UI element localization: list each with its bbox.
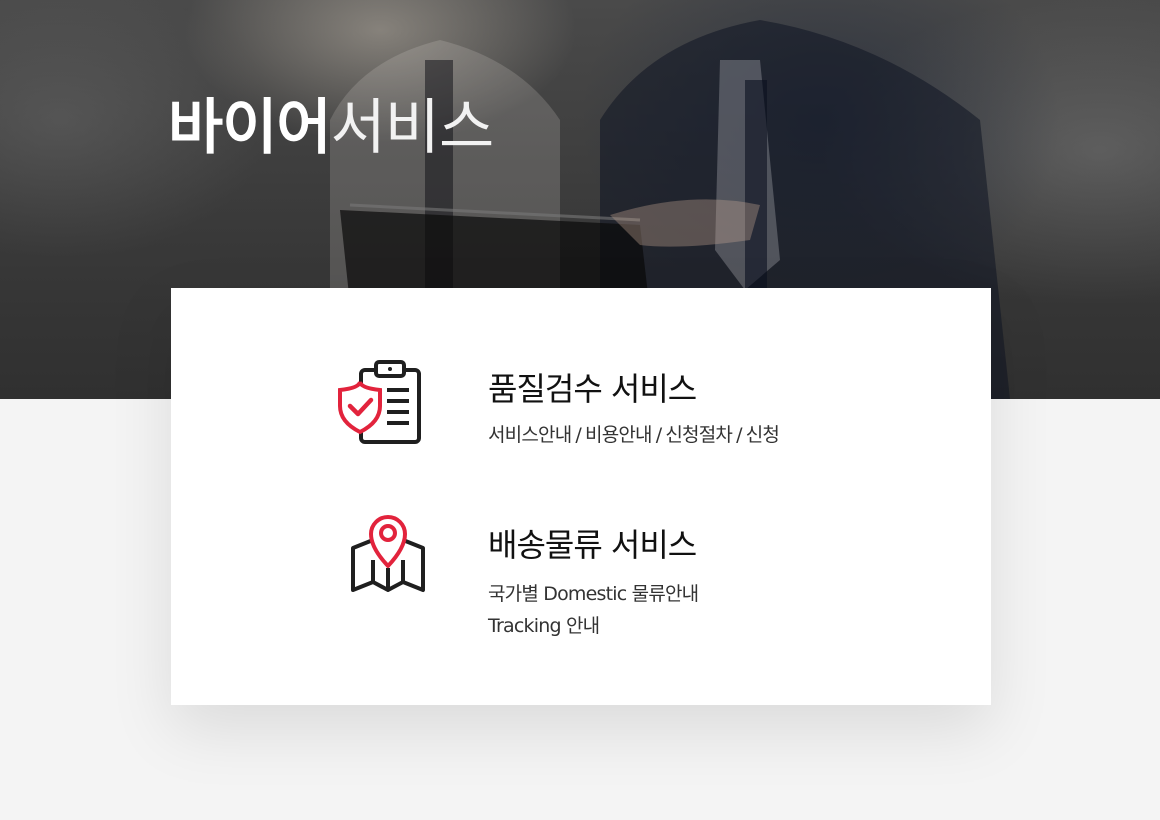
service-title: 품질검수 서비스 bbox=[488, 370, 697, 408]
link-application-procedure[interactable]: 신청절차 bbox=[665, 424, 733, 446]
page-title: 바이어서비스 bbox=[168, 88, 495, 168]
link-separator: / bbox=[575, 424, 582, 446]
link-separator: / bbox=[655, 424, 662, 446]
page-title-bold: 바이어 bbox=[168, 93, 332, 163]
link-separator: / bbox=[736, 424, 742, 446]
service-shipping-logistics: 배송물류 서비스 국가별 Domestic 물류안내 Tracking 안내 bbox=[171, 506, 991, 646]
service-links: 서비스안내 / 비용안내 / 신청절차 / 신청 bbox=[488, 420, 780, 447]
link-service-guide[interactable]: 서비스안내 bbox=[488, 424, 572, 446]
service-links: 국가별 Domestic 물류안내 Tracking 안내 bbox=[488, 578, 699, 642]
map-location-pin-icon bbox=[351, 515, 425, 592]
clipboard-shield-check-icon bbox=[338, 360, 421, 444]
services-card: 품질검수 서비스 서비스안내 / 비용안내 / 신청절차 / 신청 배송물류 서비스 국가별… bbox=[171, 288, 991, 705]
link-tracking-guide[interactable]: Tracking 안내 bbox=[488, 610, 698, 642]
link-apply[interactable]: 신청 bbox=[746, 424, 780, 446]
service-title: 배송물류 서비스 bbox=[488, 526, 697, 564]
page-title-light: 서비스 bbox=[330, 93, 495, 163]
link-cost-guide[interactable]: 비용안내 bbox=[585, 424, 653, 446]
link-domestic-logistics-by-country[interactable]: 국가별 Domestic 물류안내 bbox=[488, 578, 699, 610]
service-quality-inspection: 품질검수 서비스 서비스안내 / 비용안내 / 신청절차 / 신청 bbox=[171, 348, 991, 468]
